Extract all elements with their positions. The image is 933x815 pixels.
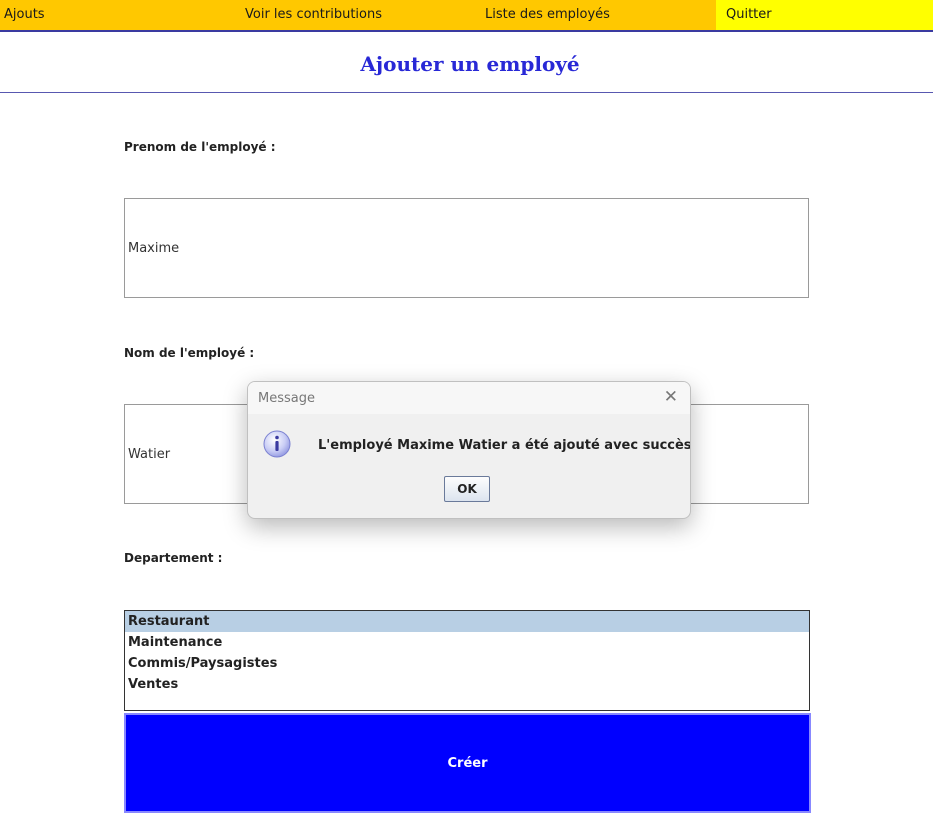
department-option-restaurant[interactable]: Restaurant: [125, 611, 809, 632]
dialog-titlebar: Message ✕: [248, 382, 690, 414]
department-option-ventes[interactable]: Ventes: [125, 674, 809, 695]
department-option-maintenance[interactable]: Maintenance: [125, 632, 809, 653]
menu-voir-contributions[interactable]: Voir les contributions: [245, 0, 382, 30]
menu-ajouts[interactable]: Ajouts: [4, 0, 45, 30]
ok-button[interactable]: OK: [444, 476, 490, 502]
create-button-label: Créer: [447, 755, 488, 771]
first-name-label: Prenom de l'employé :: [124, 140, 276, 154]
menu-bar: Ajouts Voir les contributions Liste des …: [0, 0, 933, 32]
menu-quitter[interactable]: Quitter: [726, 0, 772, 30]
close-icon[interactable]: ✕: [664, 387, 678, 407]
last-name-value: Watier: [128, 446, 171, 462]
last-name-label: Nom de l'employé :: [124, 346, 255, 360]
info-icon: [263, 430, 291, 458]
first-name-value: Maxime: [128, 240, 180, 256]
department-option-commis-paysagistes[interactable]: Commis/Paysagistes: [125, 653, 809, 674]
message-dialog: Message ✕ L'employé Maxime Watier a été …: [247, 381, 691, 519]
page-title: Ajouter un employé: [360, 52, 580, 76]
first-name-field[interactable]: Maxime: [124, 198, 809, 298]
create-button[interactable]: Créer: [124, 713, 811, 813]
department-label: Departement :: [124, 551, 223, 565]
menu-liste-employes[interactable]: Liste des employés: [485, 0, 610, 30]
dialog-title: Message: [258, 391, 315, 406]
ok-button-label: OK: [457, 482, 477, 496]
title-divider: [0, 92, 933, 93]
department-list[interactable]: Restaurant Maintenance Commis/Paysagiste…: [124, 610, 810, 711]
dialog-message: L'employé Maxime Watier a été ajouté ave…: [318, 438, 691, 453]
